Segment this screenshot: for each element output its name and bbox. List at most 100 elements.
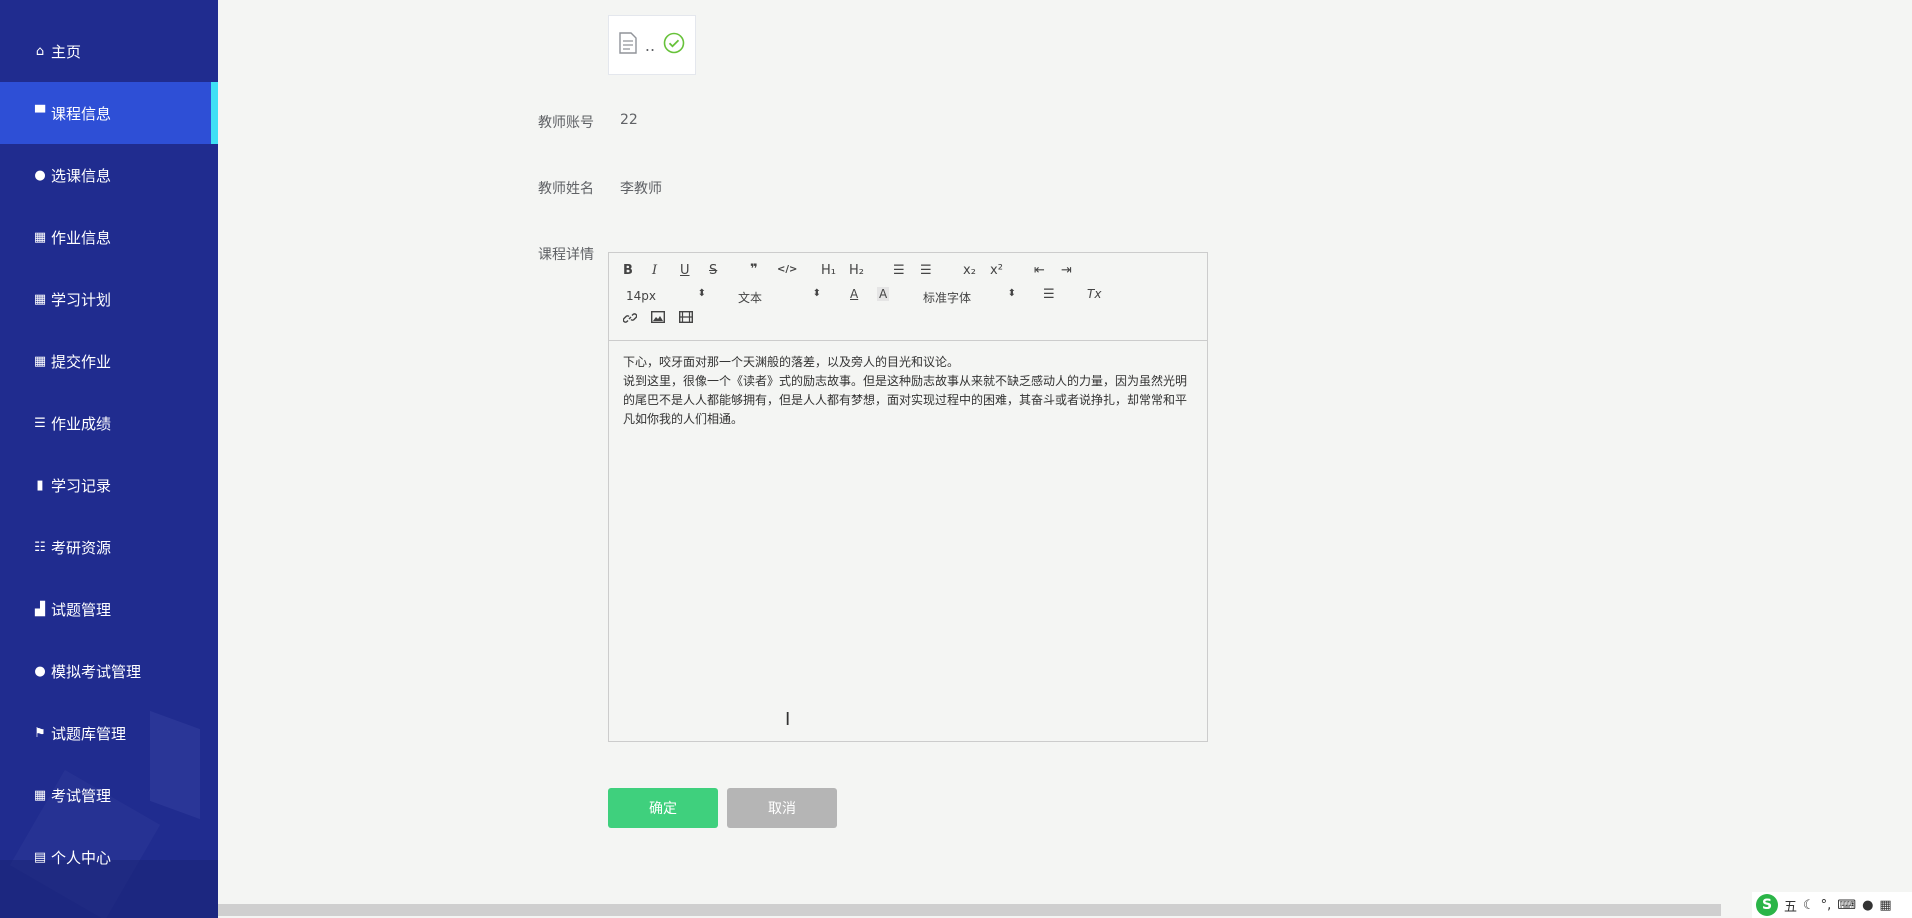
apps-icon[interactable]: ▦	[1879, 898, 1891, 913]
bar-chart-icon: ▟	[35, 601, 45, 617]
sidebar-item[interactable]: ☰ 作业成绩	[0, 392, 218, 454]
cancel-button[interactable]: 取消	[727, 788, 837, 828]
grid-icon: ▦	[33, 353, 47, 369]
italic-button[interactable]: I	[652, 263, 657, 278]
superscript-button[interactable]: x²	[990, 263, 1003, 278]
bold-button[interactable]: B	[623, 263, 633, 278]
uploaded-file[interactable]: ..	[608, 15, 696, 75]
flag-icon: ⚑	[34, 725, 46, 741]
underline-button[interactable]: U	[680, 263, 690, 278]
sidebar-item[interactable]: ⚑ 试题库管理	[0, 702, 218, 764]
file-name: ..	[644, 35, 656, 55]
select-arrow-icon: ⬍	[812, 288, 821, 299]
sogou-logo-icon[interactable]: S	[1756, 894, 1778, 916]
sidebar-item[interactable]: ⌂ 主页	[0, 20, 218, 82]
bulb-icon: ●	[34, 663, 46, 679]
bullet-list-button[interactable]: ☰	[920, 263, 932, 278]
user-icon[interactable]: ●	[1862, 898, 1873, 913]
keyboard-icon[interactable]: ⌨	[1837, 898, 1856, 913]
ime-mode[interactable]: 五	[1784, 896, 1797, 915]
sidebar-item[interactable]: ● 模拟考试管理	[0, 640, 218, 702]
sidebar-item[interactable]: ☷ 考研资源	[0, 516, 218, 578]
grid-icon: ▦	[33, 787, 47, 803]
sidebar-item-label: 个人中心	[51, 848, 112, 867]
sidebar-item-label: 试题库管理	[51, 724, 127, 743]
document-icon	[619, 32, 637, 58]
home-icon: ⌂	[35, 43, 45, 59]
sidebar-item-label: 模拟考试管理	[51, 662, 142, 681]
subscript-button[interactable]: x₂	[963, 263, 976, 278]
video-icon	[678, 310, 694, 324]
editor-content[interactable]: 下心，咬牙面对那一个天渊般的落差，以及旁人的目光和议论。 说到这里，很像一个《读…	[609, 341, 1207, 441]
sidebar-item[interactable]: ▮ 学习记录	[0, 454, 218, 516]
sidebar-item-label: 主页	[51, 42, 82, 61]
blockquote-button[interactable]: ❞	[750, 262, 758, 277]
course-detail-label: 课程详情	[538, 247, 594, 263]
ordered-list-button[interactable]: ☰	[893, 263, 905, 278]
image-button[interactable]	[650, 310, 666, 327]
sidebar-nav: ⌂ 主页 ▀ 课程信息 ● 选课信息 ▦ 作业信息 ▦ 学习计划 ▦ 提交作业 ☰ 作业成绩 ▮ 学习记录 ☷ 考…	[0, 0, 218, 918]
rich-text-editor: B I U S ❞ </> H₁ H₂ ☰ ☰ x₂ x² ⇤ ⇥ 14px ⬍…	[608, 252, 1208, 742]
horizontal-scrollbar[interactable]	[218, 904, 1721, 916]
sidebar-item[interactable]: ▦ 考试管理	[0, 764, 218, 826]
header1-button[interactable]: H₁	[821, 263, 836, 278]
link-icon	[622, 313, 638, 323]
punctuation-icon[interactable]: °,	[1821, 898, 1832, 913]
ime-toolbar: S 五 ☾ °, ⌨ ● ▦	[1752, 892, 1912, 918]
sidebar-item-label: 考研资源	[51, 538, 112, 557]
font-size-value: 14px	[626, 289, 656, 303]
text-color-button[interactable]: A	[850, 287, 858, 301]
teacher-name-label: 教师姓名	[538, 181, 594, 197]
sidebar-item[interactable]: ▦ 学习计划	[0, 268, 218, 330]
header2-button[interactable]: H₂	[849, 263, 864, 278]
sidebar-item-label: 作业成绩	[51, 414, 112, 433]
sidebar-item-label: 试题管理	[51, 600, 112, 619]
header-select[interactable]: 文本 ⬍	[738, 288, 821, 306]
font-size-select[interactable]: 14px ⬍	[626, 288, 706, 303]
sidebar-item-label: 学习计划	[51, 290, 112, 309]
user-icon: ●	[34, 167, 46, 183]
select-arrow-icon: ⬍	[697, 288, 706, 299]
moon-icon[interactable]: ☾	[1803, 898, 1815, 913]
sidebar-item-label: 考试管理	[51, 786, 112, 805]
sidebar-item-label: 选课信息	[51, 166, 112, 185]
grid-icon: ▦	[33, 229, 47, 245]
content-paragraph: 说到这里，很像一个《读者》式的励志故事。但是这种励志故事从来就不缺乏感动人的力量…	[623, 374, 1188, 426]
strike-button[interactable]: S	[709, 263, 717, 278]
header-value: 文本	[738, 291, 763, 305]
sidebar-item[interactable]: ▦ 作业信息	[0, 206, 218, 268]
outdent-button[interactable]: ⇤	[1034, 263, 1045, 278]
sidebar-item-label: 作业信息	[51, 228, 112, 247]
font-family-value: 标准字体	[923, 291, 972, 305]
code-block-button[interactable]: </>	[777, 264, 797, 275]
sidebar-item[interactable]: ● 选课信息	[0, 144, 218, 206]
text-cursor-icon: I	[785, 709, 791, 730]
list-icon: ☰	[34, 415, 46, 431]
indent-button[interactable]: ⇥	[1061, 263, 1072, 278]
font-family-select[interactable]: 标准字体 ⬍	[923, 288, 1016, 306]
link-button[interactable]	[622, 311, 638, 328]
sidebar-item[interactable]: ▤ 个人中心	[0, 826, 218, 888]
background-color-button[interactable]: A	[877, 287, 890, 301]
teacher-account-label: 教师账号	[538, 115, 594, 131]
sidebar-item[interactable]: ▦ 提交作业	[0, 330, 218, 392]
sidebar-item[interactable]: ▀ 课程信息	[0, 82, 218, 144]
select-arrow-icon: ⬍	[1007, 288, 1016, 299]
teacher-name-value: 李教师	[620, 181, 662, 197]
editor-toolbar: B I U S ❞ </> H₁ H₂ ☰ ☰ x₂ x² ⇤ ⇥ 14px ⬍…	[609, 253, 1207, 341]
confirm-button[interactable]: 确定	[608, 788, 718, 828]
sliders-icon: ☷	[34, 539, 46, 555]
book-icon: ▮	[36, 477, 44, 493]
video-button[interactable]	[678, 310, 694, 327]
check-circle-icon	[663, 32, 685, 58]
align-button[interactable]: ☰	[1043, 287, 1055, 302]
sidebar-item-label: 课程信息	[51, 104, 112, 123]
clean-format-button[interactable]: Tx	[1087, 287, 1101, 301]
image-icon	[650, 310, 666, 324]
profile-icon: ▤	[33, 849, 47, 865]
sidebar-item-label: 学习记录	[51, 476, 112, 495]
sidebar-item[interactable]: ▟ 试题管理	[0, 578, 218, 640]
monitor-icon: ▀	[35, 105, 45, 121]
teacher-account-value: 22	[620, 112, 638, 128]
content-paragraph: 下心，咬牙面对那一个天渊般的落差，以及旁人的目光和议论。	[623, 355, 960, 369]
